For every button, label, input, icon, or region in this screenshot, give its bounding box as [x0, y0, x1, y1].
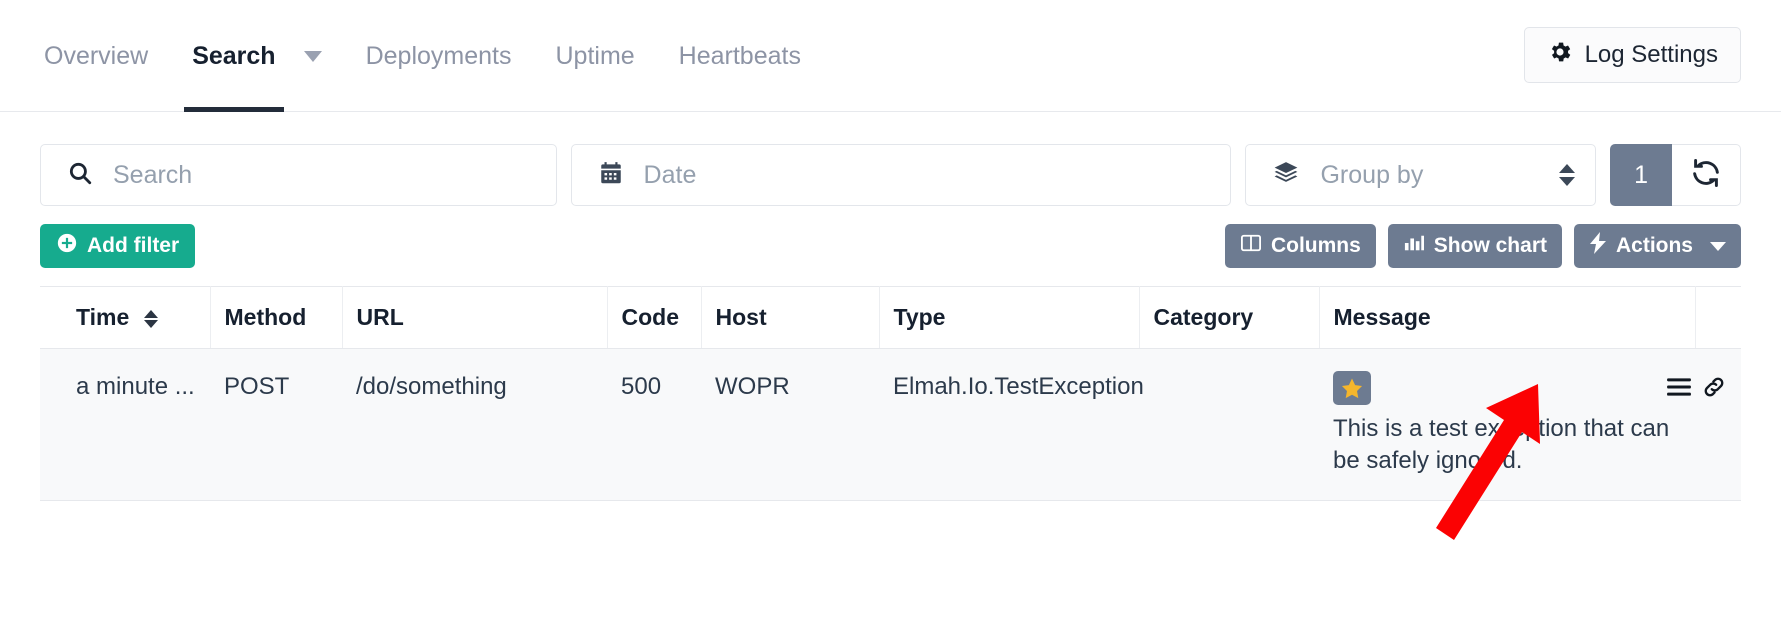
group-by-label: Group by	[1320, 160, 1424, 189]
show-chart-label: Show chart	[1433, 234, 1547, 257]
row-action-icons	[1667, 371, 1727, 408]
calendar-icon	[598, 160, 624, 191]
cell-category	[1139, 348, 1319, 501]
bar-chart-icon	[1403, 233, 1425, 259]
severity-indicator	[40, 348, 62, 501]
filter-bar: Search Date Group by 1	[40, 144, 1741, 206]
column-header-type[interactable]: Type	[879, 286, 1140, 349]
columns-label: Columns	[1270, 234, 1361, 257]
top-navigation: Overview Search Deployments Uptime Heart…	[0, 0, 1781, 112]
active-tab-indicator	[184, 107, 284, 112]
nav-tab-list: Overview Search Deployments Uptime Heart…	[40, 0, 823, 112]
log-table: Time Method URL Code Host Type Category …	[40, 286, 1741, 501]
add-filter-label: Add filter	[87, 234, 180, 257]
nav-tab-heartbeats[interactable]: Heartbeats	[657, 0, 823, 112]
columns-icon	[1240, 233, 1262, 259]
table-header-row: Time Method URL Code Host Type Category …	[40, 286, 1741, 349]
link-icon[interactable]	[1701, 375, 1727, 408]
cell-host: WOPR	[701, 348, 879, 501]
date-field-wrapper[interactable]: Date	[570, 144, 1232, 206]
log-table-head: Time Method URL Code Host Type Category …	[40, 286, 1741, 349]
cell-url: /do/something	[342, 348, 607, 501]
column-header-time[interactable]: Time	[62, 286, 211, 349]
table-row[interactable]: a minute ... POST /do/something 500 WOPR…	[40, 348, 1741, 501]
column-header-host[interactable]: Host	[701, 286, 880, 349]
chevron-updown-icon	[1559, 164, 1576, 186]
nav-tab-label: Overview	[44, 41, 149, 70]
nav-tab-label: Deployments	[365, 41, 512, 70]
nav-tab-uptime[interactable]: Uptime	[533, 0, 656, 112]
column-header-actions	[1695, 286, 1741, 349]
chevron-down-icon	[303, 50, 322, 62]
sort-arrows-icon[interactable]	[143, 309, 158, 328]
log-settings-button[interactable]: Log Settings	[1523, 27, 1741, 83]
action-row: Add filter Columns Show chart Actions	[40, 224, 1741, 268]
cell-code: 500	[607, 348, 701, 501]
actions-label: Actions	[1615, 234, 1693, 257]
cell-type: Elmah.Io.TestException	[879, 348, 1144, 501]
column-header-message[interactable]: Message	[1319, 286, 1696, 349]
gear-icon	[1547, 39, 1573, 72]
actions-button[interactable]: Actions	[1573, 224, 1741, 268]
date-input[interactable]: Date	[644, 161, 697, 190]
star-icon	[1333, 371, 1371, 405]
column-header-method[interactable]: Method	[210, 286, 343, 349]
search-field-wrapper[interactable]: Search	[40, 144, 557, 206]
layers-icon	[1272, 160, 1300, 191]
nav-tab-label: Heartbeats	[678, 41, 801, 70]
bolt-icon	[1589, 232, 1607, 260]
severity-gutter-header	[40, 286, 62, 349]
list-icon[interactable]	[1666, 375, 1692, 407]
column-label: Time	[76, 304, 130, 330]
chevron-down-icon	[1710, 241, 1726, 251]
message-text: This is a test exception that can be saf…	[1333, 415, 1670, 475]
page-count-badge[interactable]: 1	[1610, 144, 1672, 206]
search-input[interactable]: Search	[113, 161, 192, 190]
nav-tab-deployments[interactable]: Deployments	[344, 0, 534, 112]
column-header-code[interactable]: Code	[607, 286, 702, 349]
nav-tab-label: Search	[192, 41, 276, 70]
search-page-content: Search Date Group by 1 Add filter Column…	[0, 144, 1781, 501]
columns-button[interactable]: Columns	[1224, 224, 1376, 268]
refresh-icon	[1690, 157, 1722, 194]
cell-method: POST	[210, 348, 342, 501]
refresh-button[interactable]	[1671, 144, 1741, 206]
nav-tab-search-dropdown[interactable]	[298, 0, 344, 112]
cell-row-actions	[1667, 348, 1741, 501]
log-table-body: a minute ... POST /do/something 500 WOPR…	[40, 348, 1741, 501]
log-table-wrapper: Time Method URL Code Host Type Category …	[40, 286, 1741, 501]
column-header-url[interactable]: URL	[342, 286, 608, 349]
group-by-select[interactable]: Group by	[1245, 144, 1597, 206]
nav-tab-search[interactable]: Search	[170, 0, 297, 112]
column-header-category[interactable]: Category	[1139, 286, 1320, 349]
log-settings-label: Log Settings	[1584, 41, 1718, 68]
nav-tab-overview[interactable]: Overview	[40, 0, 170, 112]
show-chart-button[interactable]: Show chart	[1387, 224, 1562, 268]
cell-message: This is a test exception that can be saf…	[1319, 348, 1695, 501]
add-filter-button[interactable]: Add filter	[40, 224, 196, 268]
cell-time: a minute ...	[62, 348, 210, 501]
search-icon	[67, 160, 93, 191]
nav-tab-label: Uptime	[555, 41, 635, 70]
plus-circle-icon	[56, 232, 78, 260]
